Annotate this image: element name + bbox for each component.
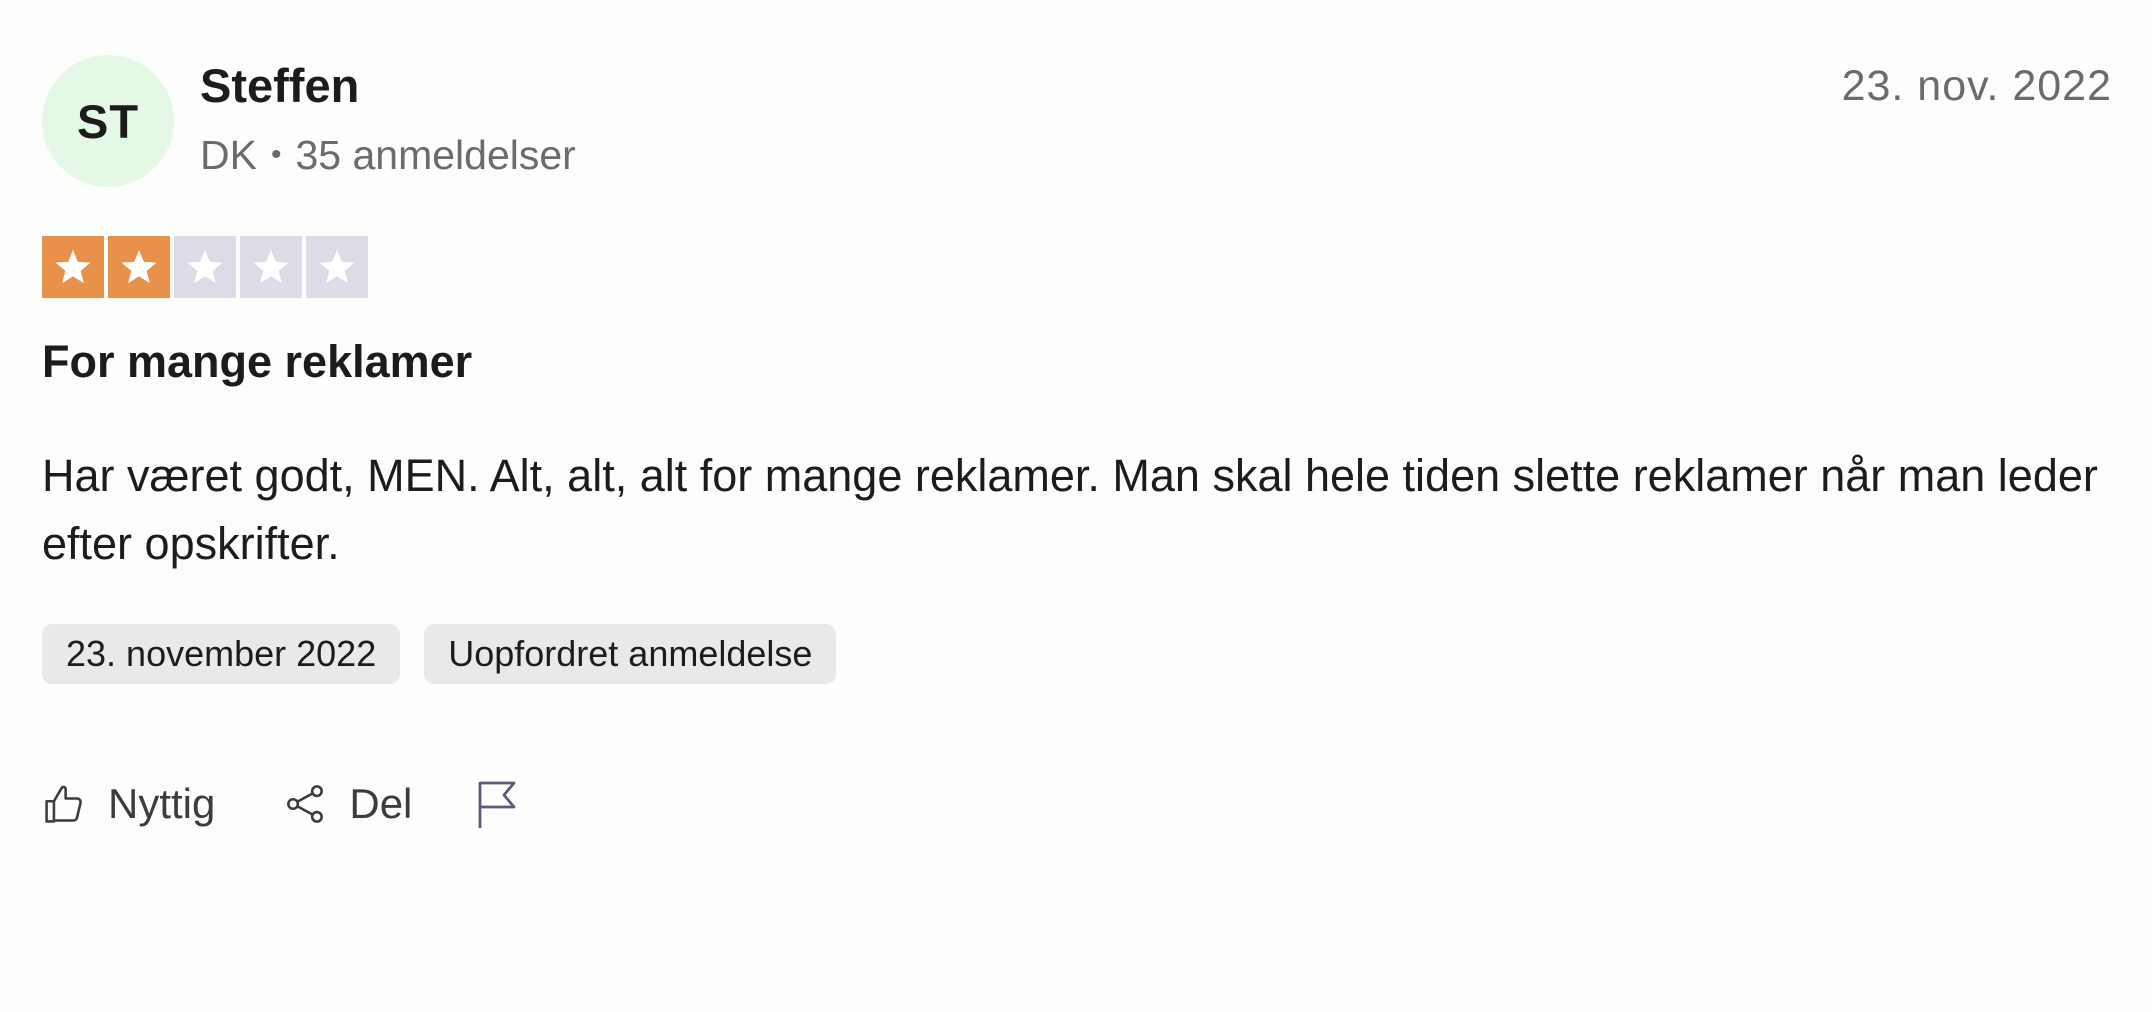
- star-empty: [240, 236, 302, 298]
- star-icon: [55, 250, 91, 284]
- share-button[interactable]: Del: [283, 780, 412, 828]
- star-empty: [306, 236, 368, 298]
- avatar[interactable]: ST: [42, 55, 174, 187]
- star-filled: [108, 236, 170, 298]
- review-title[interactable]: For mange reklamer: [42, 334, 472, 390]
- thumbs-up-icon: [45, 785, 82, 823]
- review-date: 23. nov. 2022: [1841, 62, 2112, 110]
- review-tags: 23. november 2022 Uopfordret anmeldelse: [42, 624, 837, 684]
- useful-button[interactable]: Nyttig: [42, 780, 215, 828]
- unprompted-review-badge[interactable]: Uopfordret anmeldelse: [424, 624, 837, 684]
- reviewer-name[interactable]: Steffen: [200, 58, 359, 114]
- review-text: Har været godt, MEN. Alt, alt, alt for m…: [42, 450, 2098, 569]
- star-filled: [42, 236, 104, 298]
- share-label: Del: [349, 780, 413, 827]
- star-icon: [319, 250, 355, 284]
- experience-date-badge: 23. november 2022: [42, 624, 401, 684]
- star-empty: [174, 236, 236, 298]
- review-card: ST Steffen DK • 35 anmeldelser 23. nov. …: [0, 0, 2152, 1012]
- star-icon: [187, 250, 223, 284]
- reviewer-country: DK: [200, 132, 257, 178]
- meta-separator: •: [270, 138, 282, 171]
- star-rating: [42, 236, 368, 298]
- avatar-initials: ST: [76, 94, 140, 148]
- useful-label: Nyttig: [108, 780, 216, 827]
- star-icon: [253, 250, 289, 284]
- share-icon: [287, 785, 324, 823]
- reviewer-meta: DK • 35 anmeldelser: [200, 130, 576, 180]
- star-icon: [121, 250, 157, 284]
- reviewer-review-count: 35 anmeldelser: [295, 132, 576, 178]
- report-button[interactable]: [474, 778, 522, 830]
- flag-icon: [478, 781, 516, 828]
- review-actions: Nyttig Del: [42, 776, 522, 832]
